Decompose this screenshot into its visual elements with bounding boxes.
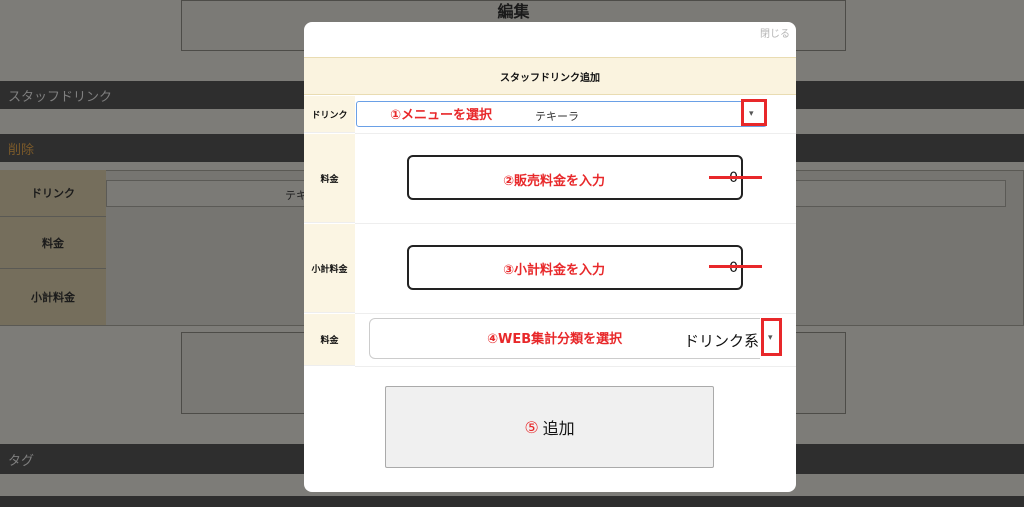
table-header: ドリンク — [0, 170, 106, 217]
close-button[interactable]: 閉じる — [740, 25, 790, 43]
drink-select-value: テキーラ — [535, 110, 579, 123]
row-divider — [355, 223, 796, 224]
category-label: 料金 — [304, 314, 355, 366]
section-title: 削除 — [8, 142, 35, 158]
annotation-highlight-box — [741, 99, 767, 126]
row-divider — [355, 366, 796, 367]
table-header: 料金 — [0, 217, 106, 269]
annotation-strike-line — [709, 176, 762, 179]
subtotal-label: 小計料金 — [304, 224, 355, 313]
chevron-down-icon[interactable]: ▾ — [768, 333, 773, 343]
modal-title: スタッフドリンク追加 — [304, 57, 796, 95]
annotation-3: ③小計料金を入力 — [503, 263, 606, 278]
section-title: タグ — [8, 453, 35, 469]
category-select-value: ドリンク系 — [684, 332, 760, 350]
annotation-5: ⑤ — [524, 417, 539, 437]
subtotal-input-value: 0 — [729, 260, 738, 276]
annotation-strike-line — [709, 265, 762, 268]
row-divider — [355, 133, 796, 134]
table-header: 小計料金 — [0, 269, 106, 326]
add-button[interactable]: ⑤ 追加 — [385, 386, 714, 468]
annotation-2: ②販売料金を入力 — [503, 174, 606, 189]
add-button-label: 追加 — [542, 419, 575, 438]
section-title: スタッフドリンク — [8, 89, 113, 105]
edit-button-label: 編集 — [497, 2, 530, 21]
row-divider — [355, 313, 796, 314]
annotation-4: ④WEB集計分類を選択 — [487, 332, 623, 347]
annotation-1: ①メニューを選択 — [390, 108, 493, 123]
section-bar — [0, 496, 1024, 507]
chevron-down-icon[interactable]: ▾ — [749, 109, 754, 119]
price-label: 料金 — [304, 134, 355, 223]
drink-label: ドリンク — [304, 96, 355, 133]
